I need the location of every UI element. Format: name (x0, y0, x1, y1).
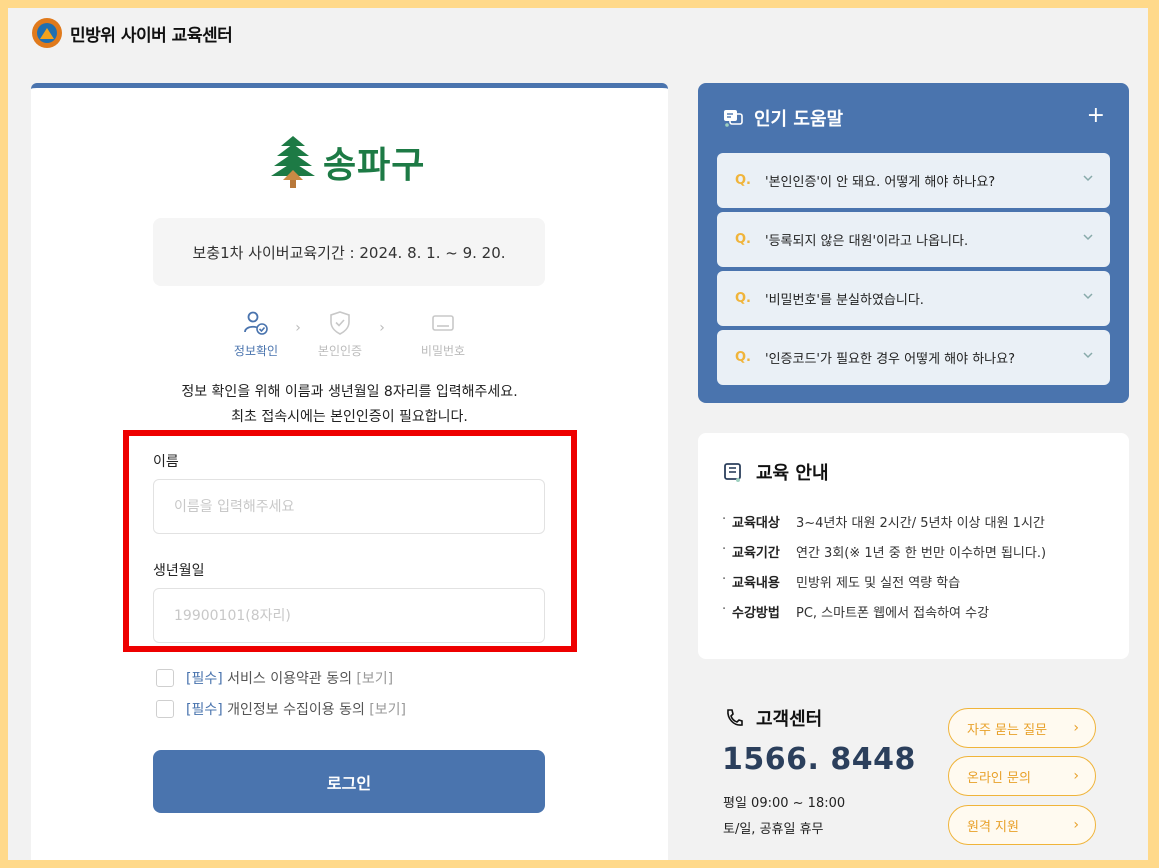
education-row: · 수강방법 PC, 스마트폰 웹에서 접속하여 수강 (722, 602, 990, 621)
education-header: 교육 안내 (722, 459, 829, 485)
period-text: 보충1차 사이버교육기간 : 2024. 8. 1. ~ 9. 20. (192, 243, 506, 262)
online-inquiry-button[interactable]: 온라인 문의 › (948, 756, 1096, 796)
chevron-right-icon: › (295, 320, 301, 336)
faq-item[interactable]: Q. '비밀번호'를 분실하였습니다. (717, 271, 1110, 326)
chevron-down-icon (1083, 293, 1093, 300)
terms-checkbox[interactable] (156, 669, 174, 687)
edu-value: 3~4년차 대원 2시간/ 5년차 이상 대원 1시간 (796, 516, 1045, 531)
site-logo[interactable]: 민방위 사이버 교육센터 (32, 18, 233, 48)
name-input[interactable] (153, 479, 545, 534)
privacy-agreement[interactable]: [필수] 개인정보 수집이용 동의 [보기] (156, 699, 406, 719)
required-tag: [필수] (186, 702, 223, 718)
faq-title: 인기 도움말 (754, 109, 844, 130)
education-row: · 교육내용 민방위 제도 및 실전 역량 학습 (722, 572, 961, 591)
chevron-down-icon (1083, 352, 1093, 359)
login-button[interactable]: 로그인 (153, 750, 545, 813)
faq-question: '본인인증'이 안 돼요. 어떻게 해야 하나요? (765, 175, 996, 190)
plus-icon[interactable]: + (1087, 103, 1105, 128)
button-label: 온라인 문의 (967, 770, 1031, 786)
terms-view-link[interactable]: [보기] (356, 671, 393, 687)
faq-item[interactable]: Q. '본인인증'이 안 돼요. 어떻게 해야 하나요? (717, 153, 1110, 208)
terms-agreement[interactable]: [필수] 서비스 이용약관 동의 [보기] (156, 668, 393, 688)
step-label: 본인인증 (317, 344, 363, 358)
chevron-right-icon: › (1073, 720, 1079, 736)
chevron-down-icon (1083, 234, 1093, 241)
phone-icon (727, 709, 743, 726)
remote-support-button[interactable]: 원격 지원 › (948, 805, 1096, 845)
privacy-view-link[interactable]: [보기] (369, 702, 406, 718)
district-logo: 송파구 (271, 134, 425, 190)
weekday-hours: 평일 09:00 ~ 18:00 (723, 796, 846, 811)
terms-text: 서비스 이용약관 동의 (227, 671, 352, 687)
page-frame: 민방위 사이버 교육센터 송파구 보충1차 사이버교육기간 : 2024. 8.… (8, 8, 1148, 860)
pine-tree-icon (271, 136, 315, 188)
step-label: 정보확인 (233, 344, 279, 358)
book-icon (724, 463, 741, 482)
civil-defense-emblem-icon (32, 18, 62, 48)
edu-value: 민방위 제도 및 실전 역량 학습 (796, 576, 961, 591)
edu-key: 수강방법 (732, 606, 780, 621)
step-label: 비밀번호 (420, 344, 466, 358)
privacy-text: 개인정보 수집이용 동의 (227, 702, 365, 718)
edu-key: 교육기간 (732, 546, 780, 561)
chevron-right-icon: › (1073, 817, 1079, 833)
popular-help-panel: 인기 도움말 + Q. '본인인증'이 안 돼요. 어떻게 해야 하나요? Q.… (698, 83, 1129, 403)
faq-header: 인기 도움말 (722, 105, 843, 131)
faq-link-button[interactable]: 자주 묻는 질문 › (948, 708, 1096, 748)
login-steps: 정보확인 › 본인인증 › 비밀번호 (226, 310, 478, 359)
faq-item[interactable]: Q. '인증코드'가 필요한 경우 어떻게 해야 하나요? (717, 330, 1110, 385)
step-info-check: 정보확인 (226, 310, 286, 359)
step-password: 비밀번호 (408, 310, 478, 359)
site-title: 민방위 사이버 교육센터 (70, 25, 233, 46)
education-title: 교육 안내 (756, 463, 829, 484)
edu-key: 교육내용 (732, 576, 780, 591)
instruction-line-1: 정보 확인을 위해 이름과 생년월일 8자리를 입력해주세요. (181, 384, 518, 400)
chevron-down-icon (1083, 175, 1093, 182)
birthdate-input[interactable] (153, 588, 545, 643)
keyboard-icon (432, 315, 454, 331)
required-tag: [필수] (186, 671, 223, 687)
chevron-right-icon: › (379, 320, 385, 336)
step-verification: 본인인증 (310, 310, 370, 359)
education-info-card: 교육 안내 · 교육대상 3~4년차 대원 2시간/ 5년차 이상 대원 1시간 ·… (698, 433, 1129, 659)
education-period-notice: 보충1차 사이버교육기간 : 2024. 8. 1. ~ 9. 20. (153, 218, 545, 286)
q-marker: Q. (735, 350, 751, 365)
customer-center-phone: 1566. 8448 (722, 742, 916, 777)
education-row: · 교육기간 연간 3회(※ 1년 중 한 번만 이수하면 됩니다.) (722, 542, 1047, 561)
privacy-checkbox[interactable] (156, 700, 174, 718)
district-name: 송파구 (323, 145, 426, 186)
chevron-right-icon: › (1073, 768, 1079, 784)
shield-check-icon (330, 311, 350, 335)
faq-item[interactable]: Q. '등록되지 않은 대원'이라고 나옵니다. (717, 212, 1110, 267)
q-marker: Q. (735, 291, 751, 306)
faq-question: '등록되지 않은 대원'이라고 나옵니다. (765, 234, 969, 249)
chat-bubbles-icon (724, 110, 743, 127)
button-label: 원격 지원 (967, 819, 1019, 835)
edu-key: 교육대상 (732, 516, 780, 531)
login-card: 송파구 보충1차 사이버교육기간 : 2024. 8. 1. ~ 9. 20. … (31, 83, 668, 860)
birthdate-label: 생년월일 (153, 563, 205, 579)
q-marker: Q. (735, 173, 751, 188)
name-label: 이름 (153, 454, 179, 470)
faq-question: '비밀번호'를 분실하였습니다. (765, 293, 924, 308)
weekend-hours: 토/일, 공휴일 휴무 (723, 822, 824, 837)
button-label: 자주 묻는 질문 (967, 722, 1048, 738)
education-row: · 교육대상 3~4년차 대원 2시간/ 5년차 이상 대원 1시간 (722, 512, 1045, 531)
q-marker: Q. (735, 232, 751, 247)
edu-value: 연간 3회(※ 1년 중 한 번만 이수하면 됩니다.) (796, 546, 1047, 561)
faq-question: '인증코드'가 필요한 경우 어떻게 해야 하나요? (765, 352, 1015, 367)
instruction-line-2: 최초 접속시에는 본인인증이 필요합니다. (231, 409, 468, 425)
customer-center-title: 고객센터 (756, 709, 823, 730)
user-check-icon (244, 311, 268, 335)
customer-center-header: 고객센터 (724, 705, 822, 731)
edu-value: PC, 스마트폰 웹에서 접속하여 수강 (796, 606, 990, 621)
